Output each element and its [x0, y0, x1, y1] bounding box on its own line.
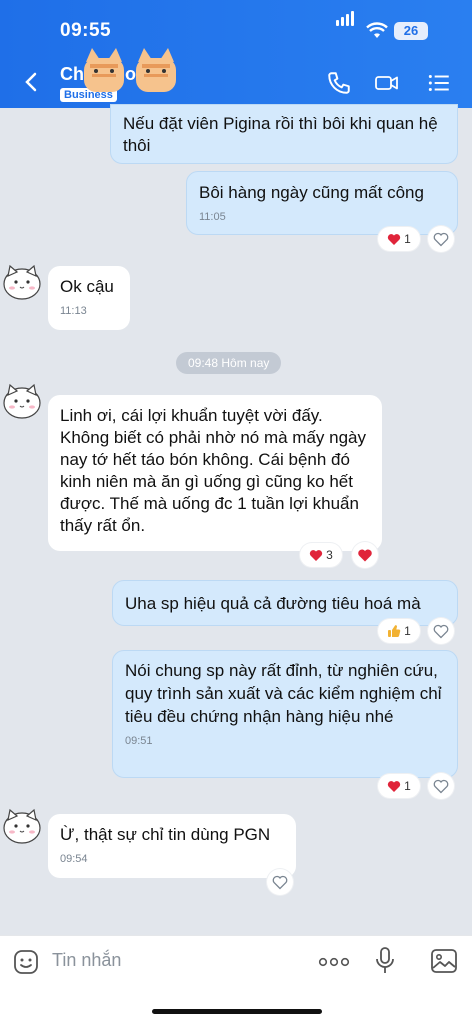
home-indicator: [152, 1009, 322, 1014]
microphone-icon[interactable]: [374, 946, 396, 976]
like-button[interactable]: [428, 226, 454, 252]
image-gallery-icon[interactable]: [430, 948, 458, 974]
cat-sticker-icon: [84, 48, 176, 92]
phone-call-icon[interactable]: [326, 70, 352, 96]
chat-header: Chị ... go Business: [0, 48, 472, 108]
message-bubble-incoming[interactable]: Ok cậu 11:13: [48, 266, 130, 330]
reaction-count-value: 1: [404, 232, 411, 246]
back-arrow-icon[interactable]: [20, 70, 44, 94]
reaction-count[interactable]: 1: [378, 619, 420, 643]
like-button[interactable]: [352, 542, 378, 568]
battery-indicator: 26: [394, 22, 428, 40]
wifi-icon: [366, 22, 388, 38]
heart-outline-icon: [433, 624, 449, 638]
heart-icon: [358, 549, 372, 561]
reaction-count-value: 3: [326, 548, 333, 562]
message-bubble-incoming[interactable]: Ừ, thật sự chỉ tin dùng PGN 09:54: [48, 814, 296, 878]
heart-icon: [310, 549, 323, 561]
cat-avatar-icon: [3, 383, 41, 419]
message-time: 09:54: [60, 853, 88, 865]
menu-list-icon[interactable]: [426, 70, 452, 96]
message-time: 11:05: [199, 211, 226, 223]
reaction-count-value: 1: [404, 779, 411, 793]
more-options-icon[interactable]: [318, 956, 350, 968]
cat-avatar-icon: [3, 264, 41, 300]
message-text: Ok cậu: [60, 277, 114, 296]
reaction-count[interactable]: 1: [378, 774, 420, 798]
message-text: Bôi hàng ngày cũng mất công: [199, 183, 424, 202]
heart-outline-icon: [433, 232, 449, 246]
cat-avatar-icon: [3, 808, 41, 844]
sticker-emoji-icon[interactable]: [12, 948, 40, 976]
heart-icon: [388, 233, 401, 245]
video-call-icon[interactable]: [374, 70, 400, 96]
reaction-count-value: 1: [404, 624, 411, 638]
date-separator: 09:48 Hôm nay: [176, 352, 282, 374]
message-text: Linh ơi, cái lợi khuẩn tuyệt vời đấy. Kh…: [60, 406, 367, 535]
message-text: Uha sp hiệu quả cả đường tiêu hoá mà: [125, 594, 421, 613]
message-text: Ừ, thật sự chỉ tin dùng PGN: [60, 825, 271, 844]
message-input[interactable]: Tin nhắn: [52, 950, 121, 971]
like-button[interactable]: [267, 869, 293, 895]
message-time: 09:51: [125, 735, 153, 747]
reaction-count[interactable]: 3: [300, 543, 342, 567]
message-text: Nói chung sp này rất đỉnh, từ nghiên cứu…: [125, 661, 442, 726]
status-time: 09:55: [60, 20, 112, 41]
like-button[interactable]: [428, 618, 454, 644]
message-text: Nếu đặt viên Pigina rồi thì bôi khi quan…: [123, 114, 438, 155]
heart-outline-icon: [433, 779, 449, 793]
message-time: 11:13: [60, 305, 87, 317]
message-composer: Tin nhắn: [0, 935, 472, 1024]
thumbs-up-icon: [388, 625, 401, 638]
heart-icon: [388, 780, 401, 792]
message-bubble-incoming[interactable]: Linh ơi, cái lợi khuẩn tuyệt vời đấy. Kh…: [48, 395, 382, 551]
like-button[interactable]: [428, 773, 454, 799]
status-bar: 09:55 26: [0, 0, 472, 58]
heart-outline-icon: [272, 875, 288, 889]
message-bubble-outgoing[interactable]: Nếu đặt viên Pigina rồi thì bôi khi quan…: [110, 104, 458, 164]
message-bubble-outgoing[interactable]: Nói chung sp này rất đỉnh, từ nghiên cứu…: [112, 650, 458, 778]
reaction-count[interactable]: 1: [378, 227, 420, 251]
message-bubble-outgoing[interactable]: Bôi hàng ngày cũng mất công 11:05: [186, 171, 458, 235]
